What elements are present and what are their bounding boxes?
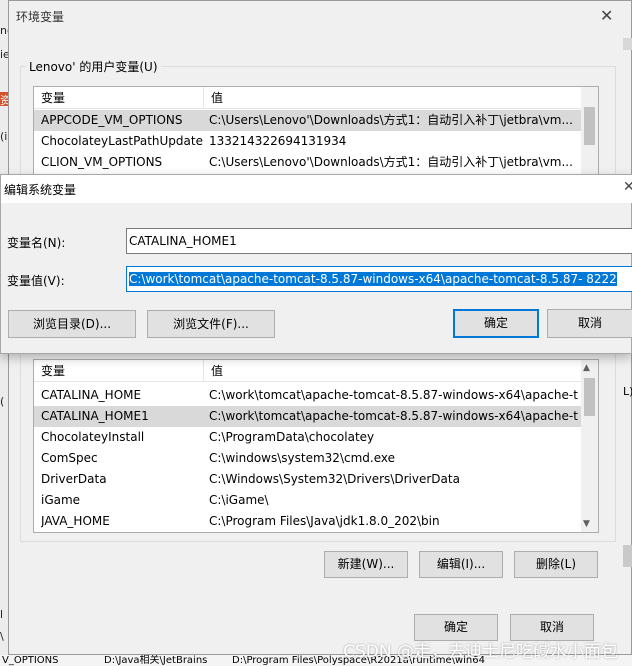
table-row[interactable]: iGame C:\iGame\ xyxy=(34,490,582,511)
variable-value-input[interactable]: C:\work\tomcat\apache-tomcat-8.5.87-wind… xyxy=(126,266,632,292)
browse-directory-button[interactable]: 浏览目录(D)... xyxy=(8,310,136,338)
edit-button[interactable]: 编辑(I)... xyxy=(419,551,503,578)
env-dialog-title: 环境变量 xyxy=(16,10,65,24)
table-row[interactable]: APPCODE_VM_OPTIONS C:\Users\Lenovo'\Down… xyxy=(34,110,582,131)
table-row[interactable]: ComSpec C:\windows\system32\cmd.exe xyxy=(34,448,582,469)
row-name: ChocolateyInstall xyxy=(41,430,145,444)
edit-variable-dialog: 编辑系统变量 ✕ 变量名(N): CATALINA_HOME1 变量值(V): … xyxy=(0,174,632,354)
column-header-name[interactable]: 变量 xyxy=(34,360,204,382)
row-value: C:\ProgramData\chocolatey xyxy=(209,430,375,444)
row-value: C:\work\tomcat\apache-tomcat-8.5.87-wind… xyxy=(209,388,579,402)
column-header-name[interactable]: 变量 xyxy=(34,87,204,109)
row-name: CATALINA_HOME1 xyxy=(41,409,149,423)
table-row[interactable]: CLION_VM_OPTIONS C:\Users\Lenovo'\Downlo… xyxy=(34,152,582,173)
row-name: JAVA_HOME xyxy=(41,514,110,528)
env-dialog-close-icon[interactable]: ✕ xyxy=(600,6,613,25)
bg-fragment: ( xyxy=(0,395,5,408)
table-row[interactable]: CATALINA_HOME C:\work\tomcat\apache-tomc… xyxy=(34,385,582,406)
row-value: C:\work\tomcat\apache-tomcat-8.5.87-wind… xyxy=(209,409,579,423)
browse-file-button[interactable]: 浏览文件(F)... xyxy=(147,310,275,338)
bg-fragment: L) xyxy=(623,385,632,398)
scrollbar-thumb[interactable] xyxy=(584,378,595,416)
scroll-down-icon[interactable]: ▼ xyxy=(583,519,590,529)
row-value: C:\iGame\ xyxy=(209,493,269,507)
variable-name-label: 变量名(N): xyxy=(7,236,66,250)
table-row[interactable]: JAVA_HOME C:\Program Files\Java\jdk1.8.0… xyxy=(34,511,582,532)
variable-name-input[interactable]: CATALINA_HOME1 xyxy=(126,228,632,254)
bg-fragment: V_OPTIONS xyxy=(2,655,59,666)
edit-dialog-close-icon[interactable]: ✕ xyxy=(623,179,632,195)
row-value: C:\Users\Lenovo'\Downloads\方式1：自动引入补丁\je… xyxy=(209,155,573,169)
edit-ok-button[interactable]: 确定 xyxy=(453,309,539,338)
row-name: ChocolateyLastPathUpdate xyxy=(41,134,203,148)
new-button[interactable]: 新建(W)... xyxy=(324,551,408,578)
row-value: C:\Program Files\Java\jdk1.8.0_202\bin xyxy=(209,514,440,528)
edit-dialog-title: 编辑系统变量 xyxy=(4,183,77,197)
row-name: ComSpec xyxy=(41,451,98,465)
column-header-value[interactable]: 值 xyxy=(204,87,582,109)
edit-dialog-titlebar xyxy=(1,175,632,203)
scroll-up-icon[interactable]: ▲ xyxy=(583,363,590,373)
table-row[interactable]: CATALINA_HOME1 C:\work\tomcat\apache-tom… xyxy=(34,406,582,427)
bg-fragment: \ xyxy=(0,630,4,643)
bg-fragment: (i xyxy=(0,130,8,143)
row-name: CLION_VM_OPTIONS xyxy=(41,155,163,169)
user-vars-table[interactable]: 变量 值 APPCODE_VM_OPTIONS C:\Users\Lenovo'… xyxy=(33,86,599,176)
table-row[interactable]: DriverData C:\Windows\System32\Drivers\D… xyxy=(34,469,582,490)
user-vars-label: Lenovo' 的用户变量(U) xyxy=(26,58,161,75)
row-value: 133214322694131934 xyxy=(209,134,347,148)
row-name: CATALINA_HOME xyxy=(41,388,142,402)
system-vars-scrollbar[interactable]: ▲ ▼ xyxy=(581,360,598,532)
column-header-value[interactable]: 值 xyxy=(204,360,582,382)
scrollbar-thumb[interactable] xyxy=(584,107,595,145)
row-value: C:\Windows\System32\Drivers\DriverData xyxy=(209,472,460,486)
table-row[interactable]: ChocolateyLastPathUpdate 133214322694131… xyxy=(34,131,582,152)
delete-button[interactable]: 删除(L) xyxy=(514,551,598,578)
row-name: DriverData xyxy=(41,472,107,486)
bg-fragment-box xyxy=(623,38,632,50)
variable-value-text: C:\work\tomcat\apache-tomcat-8.5.87-wind… xyxy=(129,272,617,286)
variable-value-label: 变量值(V): xyxy=(7,274,65,288)
watermark: CSDN @走，去迪士尼吃碱水小面包 xyxy=(343,642,618,662)
edit-cancel-button[interactable]: 取消 xyxy=(547,309,632,338)
bg-fragment: D:\Java相关\JetBrains xyxy=(104,655,208,666)
row-value: C:\windows\system32\cmd.exe xyxy=(209,451,395,465)
bg-fragment-box xyxy=(623,545,632,567)
row-name: APPCODE_VM_OPTIONS xyxy=(41,113,183,127)
row-value: C:\Users\Lenovo'\Downloads\方式1：自动引入补丁\je… xyxy=(209,113,573,127)
variable-name-text: CATALINA_HOME1 xyxy=(129,234,237,248)
user-vars-scrollbar[interactable] xyxy=(581,87,598,175)
system-vars-table[interactable]: 变量 值 CATALINA_HOME C:\work\tomcat\apache… xyxy=(33,359,599,533)
table-row[interactable]: ChocolateyInstall C:\ProgramData\chocola… xyxy=(34,427,582,448)
bg-fragment: l xyxy=(0,608,4,621)
row-name: iGame xyxy=(41,493,81,507)
